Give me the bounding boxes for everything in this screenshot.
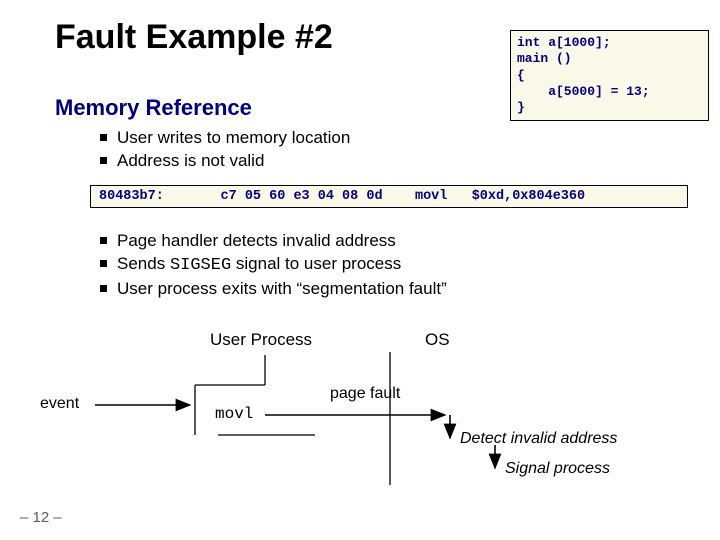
bullet-list-bottom: Page handler detects invalid address Sen… (100, 230, 447, 301)
bullet-square-icon (100, 157, 107, 164)
code-line: { (517, 68, 525, 83)
bullet-text-part: Sends (117, 254, 170, 273)
dump-addr: 80483b7: (99, 189, 164, 204)
code-box: int a[1000]; main () { a[5000] = 13; } (510, 30, 709, 121)
list-item: User process exits with “segmentation fa… (100, 278, 447, 301)
process-diagram: User Process OS event movl page fault De… (90, 330, 690, 490)
code-line: a[5000] = 13; (517, 84, 650, 99)
diagram-label-event: event (40, 395, 79, 413)
bullet-list-top: User writes to memory location Address i… (100, 127, 350, 173)
bullet-square-icon (100, 285, 107, 292)
list-item: Address is not valid (100, 150, 350, 173)
slide-number: – 12 – (20, 509, 62, 526)
list-item: Page handler detects invalid address (100, 230, 447, 253)
bullet-square-icon (100, 134, 107, 141)
code-line: main () (517, 51, 572, 66)
bullet-square-icon (100, 260, 107, 267)
dump-mnemonic: movl (415, 189, 447, 204)
list-item: User writes to memory location (100, 127, 350, 150)
bullet-text: User process exits with “segmentation fa… (117, 278, 447, 301)
bullet-text: Sends SIGSEG signal to user process (117, 253, 401, 278)
diagram-arrows (90, 330, 690, 500)
bullet-square-icon (100, 237, 107, 244)
dump-bytes: c7 05 60 e3 04 08 0d (221, 189, 383, 204)
bullet-text: Page handler detects invalid address (117, 230, 396, 253)
bullet-text: User writes to memory location (117, 127, 350, 150)
disassembly-box: 80483b7: c7 05 60 e3 04 08 0d movl $0xd,… (90, 185, 688, 208)
code-line: } (517, 100, 525, 115)
section-heading: Memory Reference (55, 95, 252, 121)
list-item: Sends SIGSEG signal to user process (100, 253, 447, 278)
code-line: int a[1000]; (517, 35, 611, 50)
slide-title: Fault Example #2 (55, 18, 333, 57)
dump-operands: $0xd,0x804e360 (472, 189, 585, 204)
bullet-text: Address is not valid (117, 150, 264, 173)
bullet-text-part: signal to user process (231, 254, 401, 273)
signal-name: SIGSEG (170, 256, 231, 275)
